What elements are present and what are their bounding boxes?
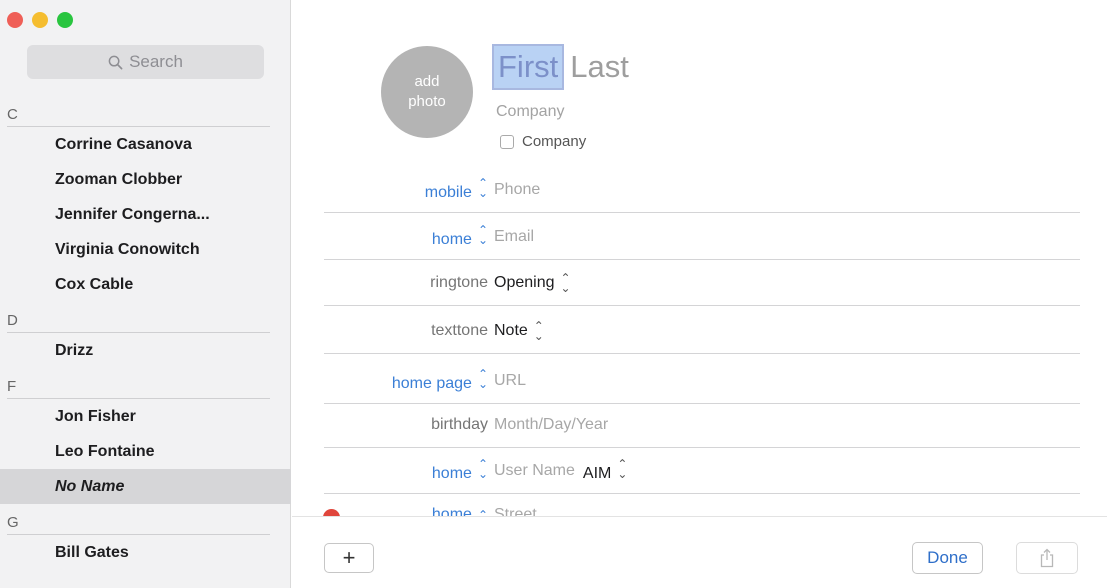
zoom-window-button[interactable] xyxy=(57,12,73,28)
divider xyxy=(324,353,1080,354)
section-header-g: G xyxy=(0,504,291,535)
contact-row[interactable]: Virginia Conowitch xyxy=(0,232,291,267)
search-icon xyxy=(108,55,123,69)
add-field-button[interactable]: + xyxy=(324,543,374,573)
im-label-popup[interactable]: home⌃ ⌄ xyxy=(432,457,488,483)
birthday-row: birthday Month/Day/Year xyxy=(324,402,1080,448)
close-window-button[interactable] xyxy=(7,12,23,28)
contact-row[interactable]: Jon Fisher xyxy=(0,399,291,434)
texttone-label: texttone xyxy=(431,322,488,339)
address-label-popup[interactable]: home ⌃ xyxy=(432,506,488,516)
phone-row: mobile⌃ ⌄ Phone xyxy=(324,167,1080,213)
texttone-popup[interactable]: Note ⌃ ⌄ xyxy=(494,319,544,343)
stepper-icon: ⌃ ⌄ xyxy=(477,457,488,481)
address-row: home ⌃ Street xyxy=(292,500,1107,516)
stepper-icon: ⌃ ⌄ xyxy=(477,176,488,200)
company-field[interactable]: Company xyxy=(496,103,564,121)
stepper-icon: ⌃ ⌄ xyxy=(477,367,488,391)
url-field[interactable]: URL xyxy=(494,372,526,390)
first-name-field[interactable]: First xyxy=(492,44,565,90)
stepper-icon: ⌃ ⌄ xyxy=(560,271,571,295)
avatar-label-line1: add xyxy=(414,73,440,90)
im-row-values: User Name AIM⌃ ⌄ xyxy=(494,457,628,483)
avatar-label-line2: photo xyxy=(408,93,446,110)
divider xyxy=(324,493,1080,494)
company-checkbox-label: Company xyxy=(522,133,587,150)
texttone-row: texttone Note ⌃ ⌄ xyxy=(324,308,1080,354)
stepper-icon: ⌃ ⌄ xyxy=(617,457,628,481)
email-field[interactable]: Email xyxy=(494,228,534,246)
email-row: home⌃ ⌄ Email xyxy=(324,214,1080,260)
contact-row[interactable]: Zooman Clobber xyxy=(0,162,291,197)
phone-label-popup[interactable]: mobile⌃ ⌄ xyxy=(425,176,488,202)
divider xyxy=(324,212,1080,213)
birthday-field[interactable]: Month/Day/Year xyxy=(494,416,608,434)
contact-card: add photo First Last Company Company mob… xyxy=(292,0,1107,588)
bottom-toolbar: + Done xyxy=(292,516,1107,588)
minimize-window-button[interactable] xyxy=(32,12,48,28)
contact-list: C Corrine Casanova Zooman Clobber Jennif… xyxy=(0,96,291,570)
contact-row[interactable]: Drizz xyxy=(0,333,291,368)
name-row: First Last xyxy=(492,44,629,90)
divider xyxy=(324,305,1080,306)
search-field[interactable]: Search xyxy=(27,45,264,79)
url-label-popup[interactable]: home page⌃ ⌄ xyxy=(392,367,488,393)
contact-row[interactable]: Corrine Casanova xyxy=(0,127,291,162)
street-field[interactable]: Street xyxy=(494,506,537,516)
contacts-sidebar: Search C Corrine Casanova Zooman Clobber… xyxy=(0,0,291,588)
ringtone-row: ringtone Opening ⌃ ⌄ xyxy=(324,260,1080,306)
phone-field[interactable]: Phone xyxy=(494,181,540,199)
window-controls xyxy=(7,12,73,28)
section-header-c: C xyxy=(0,96,291,127)
last-name-field[interactable]: Last xyxy=(570,47,629,87)
done-button[interactable]: Done xyxy=(912,542,983,574)
contact-row[interactable]: Cox Cable xyxy=(0,267,291,302)
share-icon xyxy=(1040,548,1054,568)
section-header-d: D xyxy=(0,302,291,333)
contact-row[interactable]: Leo Fontaine xyxy=(0,434,291,469)
contact-row-selected[interactable]: No Name xyxy=(0,469,291,504)
ringtone-popup[interactable]: Opening ⌃ ⌄ xyxy=(494,271,571,295)
contact-row[interactable]: Jennifer Congerna... xyxy=(0,197,291,232)
company-checkbox-row[interactable]: Company xyxy=(500,133,586,150)
birthday-label: birthday xyxy=(431,416,488,433)
im-username-field[interactable]: User Name xyxy=(494,462,575,480)
ringtone-label: ringtone xyxy=(430,274,488,291)
add-photo-button[interactable]: add photo xyxy=(381,46,473,138)
section-header-f: F xyxy=(0,368,291,399)
im-row: home⌃ ⌄ User Name AIM⌃ ⌄ xyxy=(324,448,1080,494)
stepper-icon: ⌃ ⌄ xyxy=(533,319,544,343)
stepper-icon: ⌃ ⌄ xyxy=(477,223,488,247)
im-service-popup[interactable]: AIM⌃ ⌄ xyxy=(583,457,628,483)
contact-row[interactable]: Bill Gates xyxy=(0,535,291,570)
url-row: home page⌃ ⌄ URL xyxy=(324,358,1080,404)
search-placeholder: Search xyxy=(129,52,183,71)
share-button[interactable] xyxy=(1016,542,1078,574)
email-label-popup[interactable]: home⌃ ⌄ xyxy=(432,223,488,249)
company-checkbox[interactable] xyxy=(500,134,514,149)
